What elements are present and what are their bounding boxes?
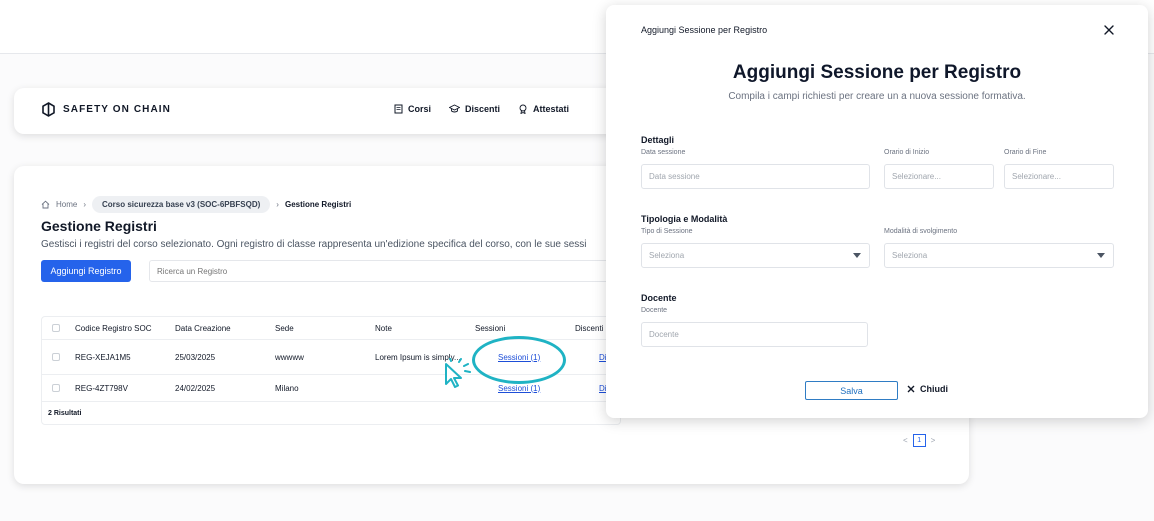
save-button[interactable]: Salva bbox=[805, 381, 898, 400]
cell-code: REG-4ZT798V bbox=[75, 383, 128, 393]
click-cursor-icon bbox=[445, 358, 471, 388]
column-header: Note bbox=[375, 323, 392, 333]
modal-header-title: Aggiungi Sessione per Registro bbox=[641, 25, 768, 35]
modal-title: Aggiungi Sessione per Registro bbox=[732, 62, 1022, 83]
nav-item-label: Attestati bbox=[533, 104, 570, 114]
logo-icon bbox=[42, 102, 55, 117]
add-session-modal: Aggiungi Sessione per Registro Aggiungi … bbox=[606, 5, 1148, 418]
highlight-ring bbox=[472, 336, 566, 384]
cell-code: REG-XEJA1M5 bbox=[75, 352, 131, 362]
document-icon bbox=[394, 104, 403, 114]
cell-sede: Milano bbox=[275, 383, 299, 393]
end-time-label: Orario di Fine bbox=[1004, 149, 1047, 156]
chevron-right-icon: › bbox=[83, 200, 87, 209]
modal-subtitle: Compila i campi richiesti per creare un … bbox=[728, 91, 1026, 102]
graduation-cap-icon bbox=[449, 104, 461, 113]
close-button[interactable]: Chiudi bbox=[907, 384, 948, 394]
next-page-button[interactable]: > bbox=[931, 436, 936, 445]
section-title-tipologia: Tipologia e Modalità bbox=[641, 214, 728, 224]
cell-date: 24/02/2025 bbox=[175, 383, 216, 393]
add-registro-button[interactable]: Aggiungi Registro bbox=[41, 260, 131, 282]
breadcrumb-course[interactable]: Corso sicurezza base v3 (SOC-6PBFSQD) bbox=[92, 196, 271, 213]
sessions-link[interactable]: Sessioni (1) bbox=[475, 384, 575, 393]
caret-down-icon bbox=[853, 253, 861, 258]
certificate-icon bbox=[519, 104, 527, 114]
section-title-dettagli: Dettagli bbox=[641, 135, 675, 145]
search-input[interactable] bbox=[149, 260, 619, 282]
date-label: Data sessione bbox=[641, 149, 686, 156]
column-header: Sede bbox=[275, 323, 294, 333]
caret-down-icon bbox=[1097, 253, 1105, 258]
chevron-right-icon: › bbox=[276, 200, 279, 209]
session-type-label: Tipo di Sessione bbox=[641, 228, 693, 235]
nav-item-label: Discenti bbox=[465, 104, 501, 114]
page-number-button[interactable]: 1 bbox=[912, 434, 926, 447]
page-description: Gestisci i registri del corso selezionat… bbox=[41, 239, 587, 250]
row-checkbox[interactable] bbox=[52, 384, 60, 392]
docente-label: Docente bbox=[641, 307, 668, 314]
close-icon[interactable] bbox=[1102, 23, 1116, 37]
home-icon bbox=[41, 200, 50, 209]
breadcrumb-current: Gestione Registri bbox=[284, 200, 352, 209]
row-checkbox[interactable] bbox=[52, 353, 60, 361]
pagination: < 1 > bbox=[903, 434, 935, 447]
column-header: Codice Registro SOC bbox=[75, 323, 152, 333]
session-type-select[interactable]: Seleziona bbox=[641, 243, 870, 268]
mode-label: Modalità di svolgimento bbox=[884, 228, 958, 235]
page-title: Gestione Registri bbox=[41, 218, 157, 234]
column-header: Data Creazione bbox=[175, 323, 231, 333]
prev-page-button[interactable]: < bbox=[903, 436, 908, 445]
nav-item-corsi[interactable]: Corsi bbox=[394, 104, 431, 114]
close-icon bbox=[907, 385, 915, 393]
breadcrumb: Home › Corso sicurezza base v3 (SOC-6PBF… bbox=[41, 196, 351, 213]
app-logo[interactable]: SAFETY ON CHAIN bbox=[41, 102, 171, 117]
results-count: 2 Risultati bbox=[48, 409, 82, 417]
logo-text: SAFETY ON CHAIN bbox=[63, 104, 171, 115]
nav-items: Corsi Discenti Attestati bbox=[394, 104, 569, 114]
select-value: Seleziona bbox=[649, 251, 685, 260]
select-value: Seleziona bbox=[892, 251, 928, 260]
nav-item-discenti[interactable]: Discenti bbox=[449, 104, 500, 114]
select-all-checkbox[interactable] bbox=[52, 324, 60, 332]
cell-date: 25/03/2025 bbox=[175, 352, 216, 362]
column-header: Sessioni bbox=[475, 323, 506, 333]
start-time-label: Orario di Inizio bbox=[884, 149, 930, 156]
breadcrumb-home[interactable]: Home bbox=[56, 200, 77, 209]
close-label: Chiudi bbox=[920, 384, 948, 394]
end-time-input[interactable]: Selezionare... bbox=[1004, 164, 1114, 189]
mode-select[interactable]: Seleziona bbox=[884, 243, 1114, 268]
cell-sede: wwwww bbox=[275, 352, 304, 362]
docente-input[interactable]: Docente bbox=[641, 322, 868, 347]
start-time-input[interactable]: Selezionare... bbox=[884, 164, 994, 189]
nav-item-label: Corsi bbox=[408, 104, 432, 114]
nav-item-attestati[interactable]: Attestati bbox=[518, 104, 569, 114]
date-input[interactable]: Data sessione bbox=[641, 164, 870, 189]
section-title-docente: Docente bbox=[641, 293, 677, 303]
